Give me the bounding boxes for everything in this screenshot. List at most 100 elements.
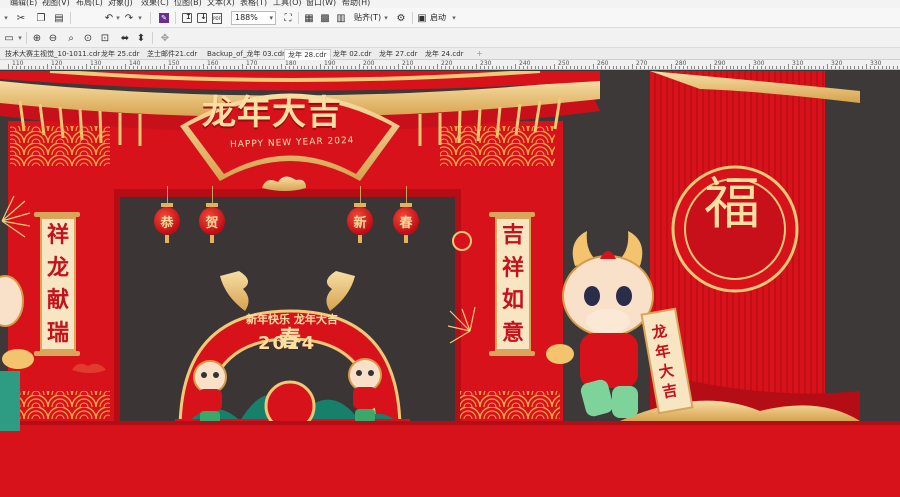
- ruler-tick: [164, 64, 165, 69]
- ruler-tick: [222, 66, 224, 69]
- ruler-tick: [667, 66, 669, 69]
- ruler-tick: [866, 64, 867, 69]
- publish-pdf-icon[interactable]: PDF: [210, 11, 224, 25]
- ruler-tick: [167, 66, 169, 69]
- menu-edit[interactable]: 编辑(E): [10, 0, 37, 8]
- ruler-tick: [366, 66, 368, 69]
- zoom-to-width-icon[interactable]: ⬌: [118, 31, 132, 45]
- zoom-to-height-icon[interactable]: ⬍: [134, 31, 148, 45]
- ruler-tick: [538, 66, 540, 69]
- snap-dropdown-icon[interactable]: ▾: [382, 11, 390, 25]
- ruler-tick: [897, 66, 899, 69]
- menu-view[interactable]: 视图(V): [42, 0, 70, 8]
- options-gear-icon[interactable]: ⚙: [394, 11, 408, 25]
- launch-icon[interactable]: ▣: [415, 11, 429, 25]
- menu-window[interactable]: 窗口(W): [306, 0, 336, 8]
- ruler-tick: [183, 66, 185, 69]
- couplet-rod-bottom-left: [34, 351, 80, 356]
- ruler-tick: [768, 66, 770, 69]
- ruler-label: 260: [597, 60, 609, 67]
- ruler-tick: [889, 66, 891, 69]
- ruler-tick: [277, 66, 279, 69]
- tab-dragon-27[interactable]: 龙年 27.cdr: [376, 49, 421, 60]
- tab-dragon-25[interactable]: 龙年 25.cdr: [98, 49, 143, 60]
- horizontal-ruler[interactable]: 110 120 130 140 150 160 170 180 190 200 …: [0, 60, 900, 70]
- ruler-tick: [823, 66, 825, 69]
- pan-icon[interactable]: ✥: [158, 31, 172, 45]
- ruler-tick: [690, 66, 692, 69]
- ruler-tick: [749, 64, 750, 69]
- launch-dropdown[interactable]: 启动: [430, 12, 446, 23]
- menu-object[interactable]: 对象(J): [108, 0, 133, 8]
- tab-dragon-28[interactable]: 龙年 28.cdr: [284, 49, 331, 60]
- ruler-tick: [764, 66, 766, 69]
- ruler-tick: [23, 66, 25, 69]
- ruler-tick: [74, 66, 76, 69]
- ruler-tick: [355, 66, 357, 69]
- ruler-tick: [811, 66, 813, 69]
- menu-text[interactable]: 文本(X): [207, 0, 235, 8]
- tab-label: 龙年 27.cdr: [379, 50, 418, 58]
- ruler-tick: [148, 66, 150, 69]
- couplet-char: 如: [501, 287, 524, 314]
- show-guidelines-icon[interactable]: ▥: [334, 11, 348, 25]
- menu-tools[interactable]: 工具(O): [273, 0, 302, 8]
- ruler-tick: [82, 66, 84, 69]
- ruler-tick: [437, 64, 438, 69]
- drawing-canvas[interactable]: 龙年大吉 HAPPY NEW YEAR 2024 祥 龙 献 瑞 吉 祥 如 意…: [0, 71, 900, 497]
- tab-label: Backup_of_龙年 03.cdr: [207, 50, 285, 58]
- ruler-tick: [300, 66, 302, 69]
- ruler-tick: [374, 66, 376, 69]
- page-dropdown-icon[interactable]: ▾: [16, 31, 24, 45]
- tab-technical-contest[interactable]: 技术大赛主视觉_10-1011.cdr: [2, 49, 103, 60]
- menu-bitmap[interactable]: 位图(B): [174, 0, 202, 8]
- export-icon[interactable]: ↧: [195, 11, 209, 25]
- ruler-tick: [440, 66, 442, 69]
- ruler-tick: [343, 66, 345, 69]
- ruler-label: 270: [636, 60, 648, 67]
- ruler-tick: [616, 66, 618, 69]
- paste-icon[interactable]: ▤: [52, 11, 66, 25]
- ruler-tick: [507, 66, 509, 69]
- snap-to-dropdown[interactable]: 贴齐(T): [354, 12, 381, 23]
- menu-help[interactable]: 帮助(H): [342, 0, 370, 8]
- launch-dropdown-icon[interactable]: ▾: [450, 11, 458, 25]
- corel-connect-icon[interactable]: ✎: [157, 11, 171, 25]
- dropdown-arrow-icon[interactable]: ▾: [2, 11, 10, 25]
- add-tab-icon[interactable]: +: [474, 49, 485, 59]
- ruler-tick: [35, 66, 37, 69]
- zoom-level-select[interactable]: 188% ▾: [231, 11, 276, 25]
- zoom-in-icon[interactable]: ⊕: [30, 31, 44, 45]
- zoom-to-selected-icon[interactable]: ⌕: [64, 31, 78, 45]
- show-grid-icon[interactable]: ▩: [318, 11, 332, 25]
- tab-backup-dragon-03[interactable]: Backup_of_龙年 03.cdr: [204, 49, 288, 60]
- redo-icon[interactable]: ↷: [122, 11, 136, 25]
- ruler-tick: [452, 66, 454, 69]
- tab-dragon-24[interactable]: 龙年 24.cdr: [422, 49, 467, 60]
- copy-icon[interactable]: ❐: [34, 11, 48, 25]
- ruler-tick: [819, 66, 821, 69]
- undo-dropdown-icon[interactable]: ▾: [114, 11, 122, 25]
- show-rulers-icon[interactable]: ▦: [302, 11, 316, 25]
- page-size-icon[interactable]: ▭: [2, 31, 16, 45]
- full-screen-icon[interactable]: ⛶: [281, 11, 295, 25]
- ruler-tick: [659, 66, 661, 69]
- cut-icon[interactable]: ✂: [14, 11, 28, 25]
- ruler-tick: [721, 66, 723, 69]
- ruler-tick: [827, 64, 828, 69]
- menu-table[interactable]: 表格(T): [240, 0, 267, 8]
- import-icon[interactable]: ↥: [180, 11, 194, 25]
- menu-layout[interactable]: 布局(L): [76, 0, 103, 8]
- document-tab-bar: 技术大赛主视觉_10-1011.cdr 龙年 25.cdr 芝士邮件21.cdr…: [0, 48, 900, 60]
- zoom-out-icon[interactable]: ⊖: [46, 31, 60, 45]
- redo-dropdown-icon[interactable]: ▾: [136, 11, 144, 25]
- tab-dragon-02[interactable]: 龙年 02.cdr: [330, 49, 375, 60]
- tab-cheese-mail-21[interactable]: 芝士邮件21.cdr: [144, 49, 200, 60]
- wave-pattern-bottom-right: [460, 391, 560, 419]
- ruler-tick: [199, 66, 201, 69]
- ruler-tick: [245, 66, 247, 69]
- zoom-to-page-icon[interactable]: ⊡: [98, 31, 112, 45]
- menu-effects[interactable]: 效果(C): [141, 0, 169, 8]
- ruler-tick: [234, 66, 236, 69]
- zoom-to-all-objects-icon[interactable]: ⊙: [81, 31, 95, 45]
